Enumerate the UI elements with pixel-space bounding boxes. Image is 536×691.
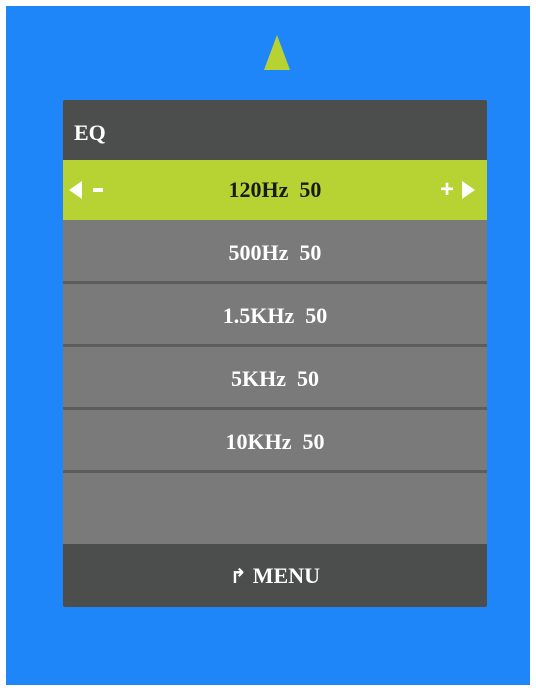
eq-item-empty bbox=[63, 476, 487, 544]
eq-item-label: 5KHz 50 bbox=[231, 365, 319, 391]
eq-item-10khz[interactable]: 10KHz 50 bbox=[63, 413, 487, 473]
osd-screen: EQ 120Hz 50 + 500Hz 50 1.5KHz 50 5KHz 50… bbox=[6, 6, 530, 685]
minus-icon[interactable] bbox=[93, 188, 103, 192]
eq-item-5khz[interactable]: 5KHz 50 bbox=[63, 350, 487, 410]
increase-control[interactable]: + bbox=[440, 160, 475, 220]
return-icon: ↰ bbox=[230, 563, 247, 588]
eq-menu-panel: EQ 120Hz 50 + 500Hz 50 1.5KHz 50 5KHz 50… bbox=[63, 100, 487, 607]
left-arrow-icon[interactable] bbox=[69, 181, 82, 199]
decrease-control[interactable] bbox=[69, 160, 103, 220]
eq-item-label: 500Hz 50 bbox=[228, 239, 322, 265]
eq-item-1-5khz[interactable]: 1.5KHz 50 bbox=[63, 287, 487, 347]
eq-item-label: 1.5KHz 50 bbox=[222, 302, 328, 328]
menu-back-button[interactable]: ↰ MENU bbox=[63, 544, 487, 607]
eq-item-120hz[interactable]: 120Hz 50 + bbox=[63, 160, 487, 220]
plus-icon[interactable]: + bbox=[440, 178, 454, 202]
scroll-up-arrow-icon[interactable] bbox=[264, 35, 290, 70]
eq-item-500hz[interactable]: 500Hz 50 bbox=[63, 224, 487, 284]
eq-item-label: 120Hz 50 bbox=[228, 177, 322, 202]
menu-title: EQ bbox=[63, 100, 487, 160]
eq-item-label: 10KHz 50 bbox=[225, 428, 325, 454]
footer-menu-label: MENU bbox=[252, 562, 320, 588]
right-arrow-icon[interactable] bbox=[462, 181, 475, 199]
